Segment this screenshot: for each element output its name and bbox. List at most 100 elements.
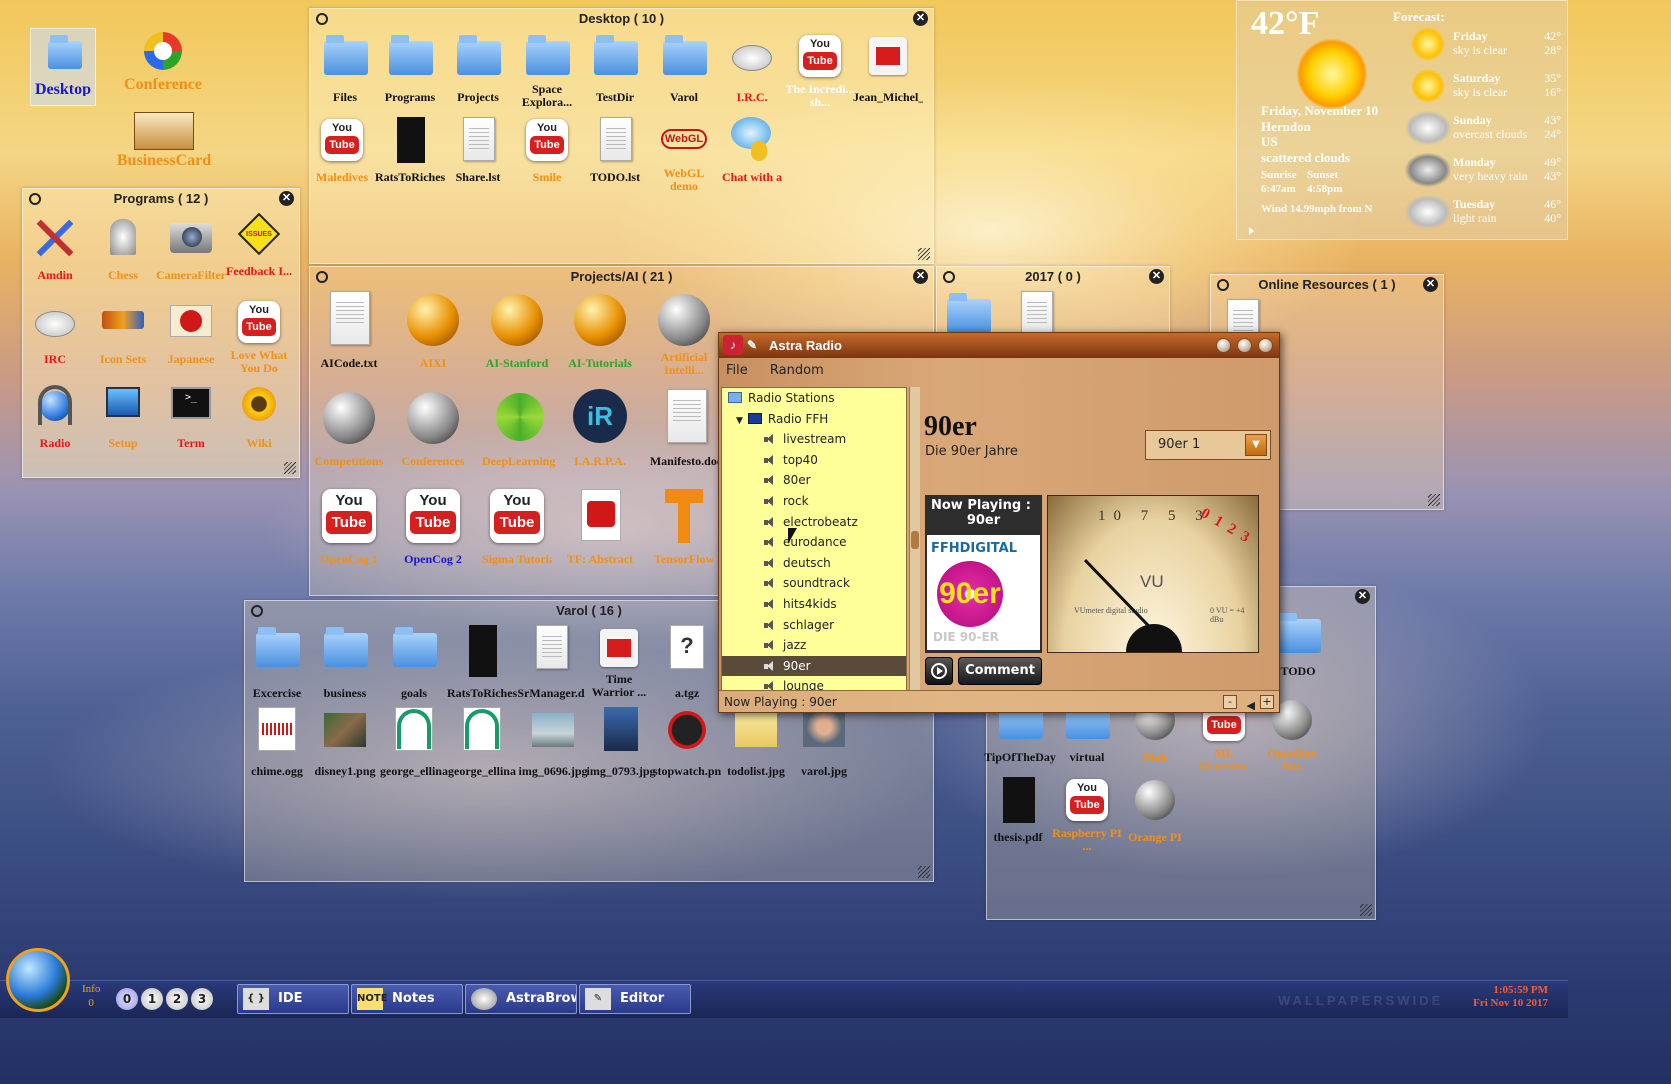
start-globe-button[interactable]: [6, 948, 70, 1012]
icon-incredible[interactable]: You Tube The Incredi... sh...: [785, 33, 855, 109]
icon-tensorflow[interactable]: TensorFlow: [649, 487, 719, 566]
chevron-down-icon[interactable]: ▼: [1245, 434, 1267, 456]
close-icon[interactable]: ✕: [279, 191, 294, 206]
tree-station[interactable]: jazz: [722, 635, 906, 656]
icon-tf-abstract[interactable]: TF: Abstract: [565, 487, 635, 566]
icon-aicode[interactable]: AICode.txt: [314, 291, 384, 370]
icon-irc[interactable]: I.R.C.: [717, 33, 787, 104]
window-2017[interactable]: 2017 ( 0 ) ✕: [936, 266, 1170, 336]
tree-station[interactable]: top40: [722, 450, 906, 471]
tree-station-selected[interactable]: 90er: [722, 655, 906, 677]
expand-arrow-icon[interactable]: [1249, 227, 1254, 235]
icon-ratstoriches[interactable]: RatsToRiches: [375, 117, 445, 184]
menu-file[interactable]: File: [726, 363, 748, 378]
window-programs[interactable]: Programs ( 12 ) ✕ Amdin Chess CameraFilte…: [22, 188, 300, 478]
icon-chime-ogg[interactable]: chime.ogg: [242, 707, 312, 778]
icon-japanese[interactable]: Japanese: [156, 299, 226, 366]
close-icon[interactable]: ✕: [913, 11, 928, 26]
icon-love-what-you-do[interactable]: You Tube Love What You Do: [224, 299, 294, 375]
taskbar-editor-button[interactable]: ✎ Editor: [579, 984, 691, 1014]
window-menu-icon[interactable]: [316, 13, 328, 25]
icon-sigma-tutorial[interactable]: You Tube Sigma Tutorial: [482, 487, 552, 566]
collapse-arrow-icon[interactable]: ▼: [736, 416, 743, 426]
desktop-shortcut-businesscard[interactable]: BusinessCard: [112, 112, 216, 167]
scrollbar-thumb[interactable]: [911, 531, 919, 549]
icon-opencog-2[interactable]: You Tube OpenCog 2: [398, 487, 468, 566]
icon-ai-stanford[interactable]: AI-Stanford: [482, 291, 552, 370]
icon-raspberry-pi[interactable]: You Tube Raspberry PI ...: [1052, 777, 1122, 853]
taskbar-notes-button[interactable]: NOTE Notes: [351, 984, 463, 1014]
icon-iarpa[interactable]: iR I.A.R.P.A.: [565, 389, 635, 468]
icon-todolist-jpg[interactable]: todolist.jpg: [721, 707, 791, 778]
icon-programs[interactable]: Programs: [375, 33, 445, 104]
astra-radio-window[interactable]: ♪ ✎ Astra Radio File Random Radio Statio…: [718, 332, 1280, 713]
workspace-2[interactable]: 2: [166, 988, 188, 1010]
icon-conferences[interactable]: Conferences: [398, 389, 468, 468]
resize-grip[interactable]: [1428, 494, 1440, 506]
workspace-1[interactable]: 1: [141, 988, 163, 1010]
close-icon[interactable]: ✕: [1423, 277, 1438, 292]
window-titlebar[interactable]: Online Resources ( 1 ) ✕: [1211, 275, 1443, 295]
icon-artificial-intelligence[interactable]: Artificial Intelli...: [649, 291, 719, 377]
icon-wiki[interactable]: Wiki: [224, 383, 294, 450]
icon-text-file[interactable]: [1001, 291, 1071, 337]
close-button[interactable]: [1258, 338, 1273, 353]
window-titlebar[interactable]: Desktop ( 10 ) ✕: [310, 9, 933, 29]
icon-competitions[interactable]: Competitions: [314, 389, 384, 468]
icon-chat[interactable]: Chat with a: [717, 117, 787, 184]
icon-term[interactable]: >_ Term: [156, 383, 226, 450]
icon-amdin[interactable]: Amdin: [20, 215, 90, 282]
icon-george-ellina-2[interactable]: george_ellina: [447, 707, 517, 778]
station-tree[interactable]: Radio Stations ▼ Radio FFH livestream top…: [721, 387, 907, 691]
tree-station[interactable]: hits4kids: [722, 594, 906, 615]
window-titlebar[interactable]: Projects/AI ( 21 ) ✕: [310, 267, 933, 287]
taskbar-ide-button[interactable]: { } IDE: [237, 984, 349, 1014]
icon-business[interactable]: business: [310, 625, 380, 700]
pin-icon[interactable]: ✎: [747, 333, 757, 358]
icon-manifesto[interactable]: Manifesto.doc: [649, 389, 723, 468]
icon-feedback[interactable]: ISSUES Feedback I...: [224, 212, 294, 291]
icon-varol[interactable]: Varol: [649, 33, 719, 104]
tree-station[interactable]: lounge: [722, 676, 906, 690]
play-button[interactable]: [925, 657, 953, 685]
info-indicator[interactable]: Info 0: [82, 982, 100, 1010]
maximize-button[interactable]: [1237, 338, 1252, 353]
radio-titlebar[interactable]: ♪ ✎ Astra Radio: [719, 333, 1279, 358]
resize-grip[interactable]: [284, 462, 296, 474]
resize-grip[interactable]: [918, 866, 930, 878]
window-menu-icon[interactable]: [943, 271, 955, 283]
icon-share-lst[interactable]: Share.lst: [443, 117, 513, 184]
icon-setup[interactable]: Setup: [88, 383, 158, 450]
comment-button[interactable]: Comment: [958, 657, 1042, 685]
icon-jean-michel[interactable]: Jean_Michel_: [853, 33, 923, 104]
stream-select[interactable]: 90er 1 ▼: [1145, 430, 1271, 460]
tree-group[interactable]: ▼ Radio FFH: [722, 409, 906, 430]
icon-smile[interactable]: You Tube Smile: [512, 117, 582, 184]
window-menu-icon[interactable]: [251, 605, 263, 617]
icon-deeplearning[interactable]: DeepLearning.N: [482, 389, 556, 468]
icon-webgl-demo[interactable]: WebGL WebGL demo: [649, 117, 719, 193]
close-icon[interactable]: ✕: [1355, 589, 1370, 604]
icon-aixi[interactable]: AIXI: [398, 291, 468, 370]
tree-station[interactable]: rock: [722, 491, 906, 512]
desktop-shortcut-desktop[interactable]: Desktop: [30, 28, 96, 106]
icon-projects[interactable]: Projects: [443, 33, 513, 104]
minimize-button[interactable]: [1216, 338, 1231, 353]
icon-icon-sets[interactable]: Icon Sets: [88, 299, 158, 366]
window-titlebar[interactable]: 2017 ( 0 ) ✕: [937, 267, 1169, 287]
close-icon[interactable]: ✕: [913, 269, 928, 284]
icon-opencog-1[interactable]: You Tube OpenCog 1: [314, 487, 384, 566]
icon-orange-pi[interactable]: Orange PI: [1120, 777, 1190, 844]
tree-station[interactable]: deutsch: [722, 553, 906, 574]
window-menu-icon[interactable]: [29, 193, 41, 205]
tree-scrollbar[interactable]: [909, 387, 920, 691]
icon-thesis-pdf[interactable]: thesis.pdf: [983, 777, 1053, 844]
icon-srmanager[interactable]: SrManager.d: [516, 625, 586, 700]
icon-disney1-png[interactable]: disney1.png: [310, 707, 380, 778]
window-menu-icon[interactable]: [1217, 279, 1229, 291]
icon-maledives[interactable]: You Tube Maledives: [305, 117, 379, 184]
workspace-0[interactable]: 0: [116, 988, 138, 1010]
menu-random[interactable]: Random: [770, 363, 824, 378]
window-titlebar[interactable]: Programs ( 12 ) ✕: [23, 189, 299, 209]
icon-stopwatch[interactable]: stopwatch.pn: [652, 707, 722, 778]
